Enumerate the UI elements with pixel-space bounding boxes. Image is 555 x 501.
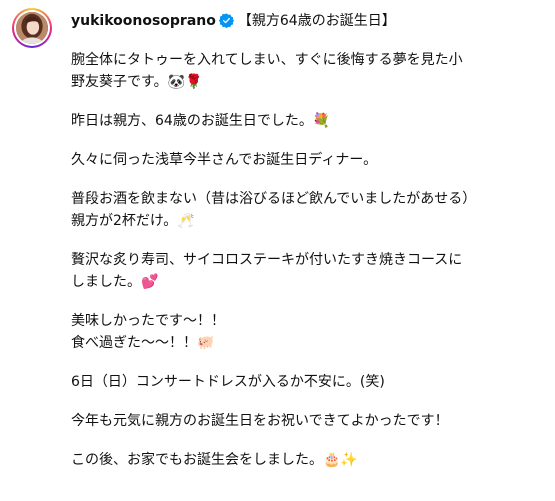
avatar-portrait-icon [16, 12, 48, 44]
caption-paragraph: 今年も元気に親方のお誕生日をお祝いできてよかったです！ [71, 410, 541, 432]
caption-line: 久々に伺った浅草今半さんでお誕生日ディナー。 [71, 152, 378, 168]
verified-badge-icon [218, 13, 234, 28]
caption-paragraph: 贅沢な炙り寿司、サイコロステーキが付いたすき焼きコースに しました。💕 [71, 249, 541, 293]
caption-paragraph: 久々に伺った浅草今半さんでお誕生日ディナー。 [71, 149, 541, 171]
caption-paragraph: 昨日は親方、64歳のお誕生日でした。💐 [71, 110, 541, 132]
caption-line: 贅沢な炙り寿司、サイコロステーキが付いたすき焼きコースに [71, 252, 463, 268]
caption-line: 腕全体にタトゥーを入れてしまい、すぐに後悔する夢を見た小 [71, 52, 463, 68]
instagram-post-caption: yukikoonosoprano 【親方64歳のお誕生日】 腕全体にタトゥーを入… [0, 0, 555, 501]
avatar[interactable] [12, 8, 52, 48]
caption-line: しました。💕 [71, 274, 159, 290]
caption-line: 普段お酒を飲まない（昔は浴びるほど飲んでいましたがあせる） [71, 191, 477, 207]
caption-line: 昨日は親方、64歳のお誕生日でした。💐 [71, 113, 331, 129]
caption-paragraph: 腕全体にタトゥーを入れてしまい、すぐに後悔する夢を見た小 野友葵子です。🐼🌹 [71, 49, 541, 93]
caption-line: 今年も元気に親方のお誕生日をお祝いできてよかったです！ [71, 413, 449, 429]
caption-paragraph: この後、お家でもお誕生会をしました。🎂✨ [71, 449, 541, 471]
caption-paragraph: 普段お酒を飲まない（昔は浴びるほど飲んでいましたがあせる） 親方が2杯だけ。🥂 [71, 188, 541, 232]
caption-paragraph: 6日（日）コンサートドレスが入るか不安に。(笑) [71, 371, 541, 393]
caption-line: 親方が2杯だけ。🥂 [71, 213, 195, 229]
caption-line: 美味しかったです〜！！ [71, 313, 225, 329]
caption-line: この後、お家でもお誕生会をしました。🎂✨ [71, 452, 358, 468]
post-title: 【親方64歳のお誕生日】 [237, 13, 396, 29]
caption-header: yukikoonosoprano 【親方64歳のお誕生日】 [71, 10, 541, 32]
avatar-inner [14, 10, 50, 46]
caption-line: 6日（日）コンサートドレスが入るか不安に。(笑) [71, 374, 385, 390]
caption-line: 食べ過ぎた〜〜！！🐖 [71, 335, 215, 351]
username-link[interactable]: yukikoonosoprano [71, 13, 216, 29]
avatar-photo [16, 12, 48, 44]
caption-line: 野友葵子です。🐼🌹 [71, 74, 203, 90]
caption-body: yukikoonosoprano 【親方64歳のお誕生日】 腕全体にタトゥーを入… [71, 10, 541, 471]
caption-paragraph: 美味しかったです〜！！ 食べ過ぎた〜〜！！🐖 [71, 310, 541, 354]
